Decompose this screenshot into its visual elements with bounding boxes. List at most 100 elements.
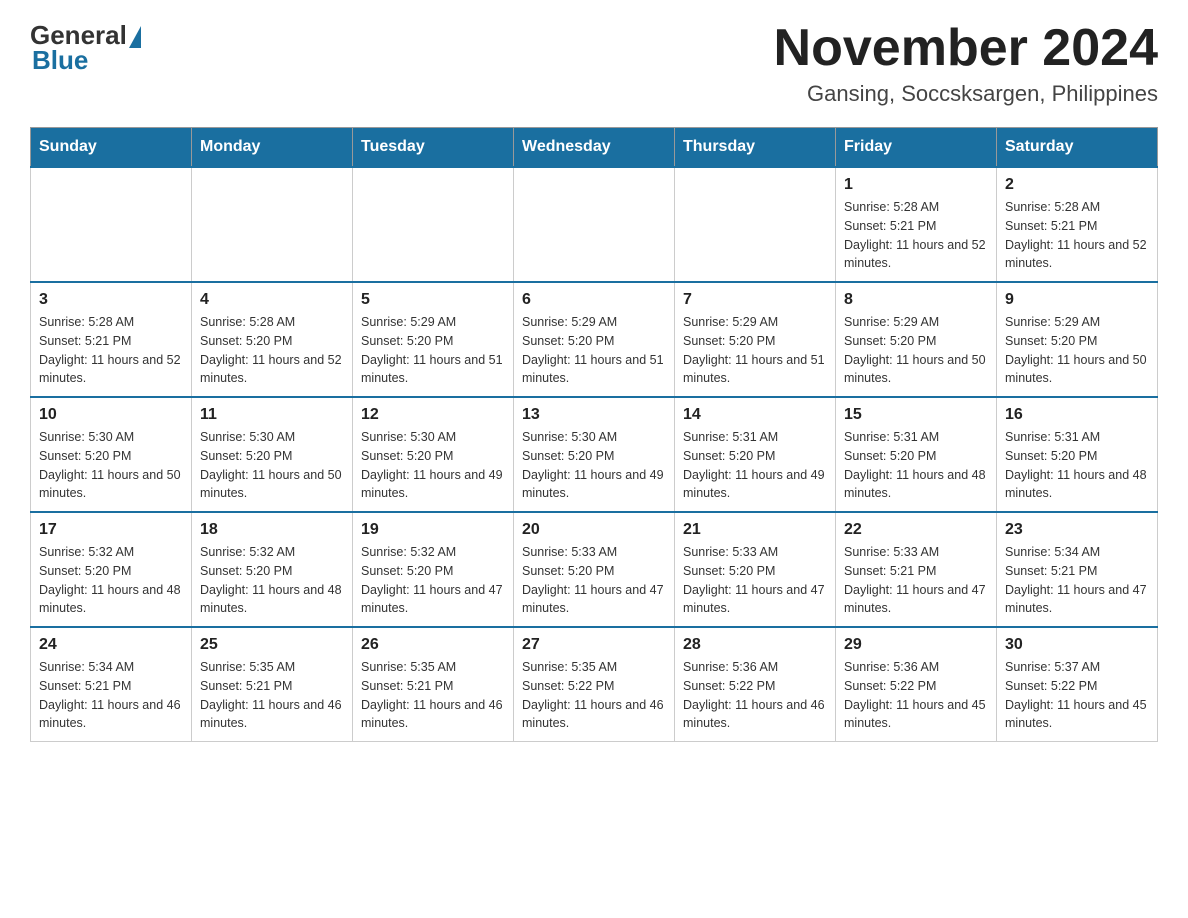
calendar-cell: 13Sunrise: 5:30 AM Sunset: 5:20 PM Dayli… bbox=[514, 397, 675, 512]
calendar-cell: 30Sunrise: 5:37 AM Sunset: 5:22 PM Dayli… bbox=[997, 627, 1158, 742]
day-info: Sunrise: 5:28 AM Sunset: 5:21 PM Dayligh… bbox=[844, 198, 988, 273]
day-number: 2 bbox=[1005, 176, 1149, 194]
day-number: 7 bbox=[683, 291, 827, 309]
calendar-cell: 19 Sunrise: 5:32 AM Sunset: 5:20 PM Dayli… bbox=[353, 512, 514, 627]
calendar-header-row: SundayMondayTuesdayWednesdayThursdayFrid… bbox=[31, 128, 1158, 168]
day-info: Sunrise: 5:34 AM Sunset: 5:21 PM Dayligh… bbox=[39, 658, 183, 733]
calendar-cell: 8 Sunrise: 5:29 AM Sunset: 5:20 PM Daylig… bbox=[836, 282, 997, 397]
calendar-cell bbox=[514, 167, 675, 282]
calendar-cell: 16 Sunrise: 5:31 AM Sunset: 5:20 PM Dayli… bbox=[997, 397, 1158, 512]
calendar-cell: 2 Sunrise: 5:28 AM Sunset: 5:21 PM Daylig… bbox=[997, 167, 1158, 282]
day-number: 14 bbox=[683, 406, 827, 424]
day-info: Sunrise: 5:36 AM Sunset: 5:22 PM Dayligh… bbox=[683, 658, 827, 733]
calendar-cell: 9 Sunrise: 5:29 AM Sunset: 5:20 PM Daylig… bbox=[997, 282, 1158, 397]
calendar-cell: 24 Sunrise: 5:34 AM Sunset: 5:21 PM Dayli… bbox=[31, 627, 192, 742]
day-number: 9 bbox=[1005, 291, 1149, 309]
weekday-header-friday: Friday bbox=[836, 128, 997, 168]
calendar-cell: 20 Sunrise: 5:33 AM Sunset: 5:20 PM Dayli… bbox=[514, 512, 675, 627]
calendar-week-row: 24 Sunrise: 5:34 AM Sunset: 5:21 PM Dayli… bbox=[31, 627, 1158, 742]
day-info: Sunrise: 5:29 AM Sunset: 5:20 PM Dayligh… bbox=[844, 313, 988, 388]
calendar-cell bbox=[675, 167, 836, 282]
calendar-cell: 10 Sunrise: 5:30 AM Sunset: 5:20 PM Dayli… bbox=[31, 397, 192, 512]
day-number: 27 bbox=[522, 636, 666, 654]
weekday-header-monday: Monday bbox=[192, 128, 353, 168]
calendar-cell: 28 Sunrise: 5:36 AM Sunset: 5:22 PM Dayli… bbox=[675, 627, 836, 742]
day-info: Sunrise: 5:29 AM Sunset: 5:20 PM Dayligh… bbox=[1005, 313, 1149, 388]
day-number: 24 bbox=[39, 636, 183, 654]
calendar-cell: 4 Sunrise: 5:28 AM Sunset: 5:20 PM Daylig… bbox=[192, 282, 353, 397]
day-number: 29 bbox=[844, 636, 988, 654]
day-number: 25 bbox=[200, 636, 344, 654]
day-number: 5 bbox=[361, 291, 505, 309]
day-number: 11 bbox=[200, 406, 344, 424]
day-info: Sunrise: 5:30 AM Sunset: 5:20 PM Dayligh… bbox=[200, 428, 344, 503]
weekday-header-sunday: Sunday bbox=[31, 128, 192, 168]
month-year-title: November 2024 bbox=[774, 20, 1158, 77]
calendar-week-row: 3Sunrise: 5:28 AM Sunset: 5:21 PM Daylig… bbox=[31, 282, 1158, 397]
day-info: Sunrise: 5:31 AM Sunset: 5:20 PM Dayligh… bbox=[844, 428, 988, 503]
day-info: Sunrise: 5:29 AM Sunset: 5:20 PM Dayligh… bbox=[683, 313, 827, 388]
day-info: Sunrise: 5:32 AM Sunset: 5:20 PM Dayligh… bbox=[361, 543, 505, 618]
day-info: Sunrise: 5:29 AM Sunset: 5:20 PM Dayligh… bbox=[361, 313, 505, 388]
day-info: Sunrise: 5:33 AM Sunset: 5:20 PM Dayligh… bbox=[522, 543, 666, 618]
day-info: Sunrise: 5:30 AM Sunset: 5:20 PM Dayligh… bbox=[361, 428, 505, 503]
calendar-cell: 29Sunrise: 5:36 AM Sunset: 5:22 PM Dayli… bbox=[836, 627, 997, 742]
day-info: Sunrise: 5:31 AM Sunset: 5:20 PM Dayligh… bbox=[1005, 428, 1149, 503]
day-number: 28 bbox=[683, 636, 827, 654]
calendar-cell: 3Sunrise: 5:28 AM Sunset: 5:21 PM Daylig… bbox=[31, 282, 192, 397]
day-number: 12 bbox=[361, 406, 505, 424]
calendar-table: SundayMondayTuesdayWednesdayThursdayFrid… bbox=[30, 127, 1158, 742]
day-number: 1 bbox=[844, 176, 988, 194]
calendar-cell: 14 Sunrise: 5:31 AM Sunset: 5:20 PM Dayli… bbox=[675, 397, 836, 512]
calendar-cell: 21Sunrise: 5:33 AM Sunset: 5:20 PM Dayli… bbox=[675, 512, 836, 627]
day-info: Sunrise: 5:28 AM Sunset: 5:20 PM Dayligh… bbox=[200, 313, 344, 388]
day-info: Sunrise: 5:33 AM Sunset: 5:21 PM Dayligh… bbox=[844, 543, 988, 618]
day-number: 3 bbox=[39, 291, 183, 309]
day-number: 18 bbox=[200, 521, 344, 539]
day-info: Sunrise: 5:35 AM Sunset: 5:21 PM Dayligh… bbox=[361, 658, 505, 733]
day-info: Sunrise: 5:32 AM Sunset: 5:20 PM Dayligh… bbox=[39, 543, 183, 618]
day-number: 4 bbox=[200, 291, 344, 309]
day-info: Sunrise: 5:34 AM Sunset: 5:21 PM Dayligh… bbox=[1005, 543, 1149, 618]
day-number: 16 bbox=[1005, 406, 1149, 424]
calendar-cell: 27 Sunrise: 5:35 AM Sunset: 5:22 PM Dayli… bbox=[514, 627, 675, 742]
day-info: Sunrise: 5:28 AM Sunset: 5:21 PM Dayligh… bbox=[1005, 198, 1149, 273]
day-number: 23 bbox=[1005, 521, 1149, 539]
day-info: Sunrise: 5:29 AM Sunset: 5:20 PM Dayligh… bbox=[522, 313, 666, 388]
logo-triangle-icon bbox=[129, 26, 141, 48]
title-section: November 2024 Gansing, Soccsksargen, Phi… bbox=[774, 20, 1158, 107]
day-info: Sunrise: 5:31 AM Sunset: 5:20 PM Dayligh… bbox=[683, 428, 827, 503]
calendar-cell: 23 Sunrise: 5:34 AM Sunset: 5:21 PM Dayli… bbox=[997, 512, 1158, 627]
calendar-week-row: 17 Sunrise: 5:32 AM Sunset: 5:20 PM Dayli… bbox=[31, 512, 1158, 627]
calendar-cell: 17 Sunrise: 5:32 AM Sunset: 5:20 PM Dayli… bbox=[31, 512, 192, 627]
day-number: 8 bbox=[844, 291, 988, 309]
day-info: Sunrise: 5:35 AM Sunset: 5:21 PM Dayligh… bbox=[200, 658, 344, 733]
calendar-cell: 6 Sunrise: 5:29 AM Sunset: 5:20 PM Daylig… bbox=[514, 282, 675, 397]
calendar-cell: 12 Sunrise: 5:30 AM Sunset: 5:20 PM Dayli… bbox=[353, 397, 514, 512]
calendar-cell: 15Sunrise: 5:31 AM Sunset: 5:20 PM Dayli… bbox=[836, 397, 997, 512]
day-info: Sunrise: 5:35 AM Sunset: 5:22 PM Dayligh… bbox=[522, 658, 666, 733]
weekday-header-tuesday: Tuesday bbox=[353, 128, 514, 168]
day-number: 20 bbox=[522, 521, 666, 539]
day-info: Sunrise: 5:32 AM Sunset: 5:20 PM Dayligh… bbox=[200, 543, 344, 618]
calendar-week-row: 1 Sunrise: 5:28 AM Sunset: 5:21 PM Daylig… bbox=[31, 167, 1158, 282]
calendar-cell: 18 Sunrise: 5:32 AM Sunset: 5:20 PM Dayli… bbox=[192, 512, 353, 627]
day-info: Sunrise: 5:30 AM Sunset: 5:20 PM Dayligh… bbox=[39, 428, 183, 503]
calendar-cell: 7 Sunrise: 5:29 AM Sunset: 5:20 PM Daylig… bbox=[675, 282, 836, 397]
day-number: 6 bbox=[522, 291, 666, 309]
logo-blue-text: Blue bbox=[32, 45, 88, 76]
calendar-cell: 26 Sunrise: 5:35 AM Sunset: 5:21 PM Dayli… bbox=[353, 627, 514, 742]
day-number: 22 bbox=[844, 521, 988, 539]
day-number: 26 bbox=[361, 636, 505, 654]
weekday-header-wednesday: Wednesday bbox=[514, 128, 675, 168]
calendar-cell: 11 Sunrise: 5:30 AM Sunset: 5:20 PM Dayli… bbox=[192, 397, 353, 512]
day-number: 21 bbox=[683, 521, 827, 539]
day-info: Sunrise: 5:30 AM Sunset: 5:20 PM Dayligh… bbox=[522, 428, 666, 503]
weekday-header-saturday: Saturday bbox=[997, 128, 1158, 168]
calendar-cell: 25 Sunrise: 5:35 AM Sunset: 5:21 PM Dayli… bbox=[192, 627, 353, 742]
calendar-cell: 5 Sunrise: 5:29 AM Sunset: 5:20 PM Daylig… bbox=[353, 282, 514, 397]
day-number: 17 bbox=[39, 521, 183, 539]
weekday-header-thursday: Thursday bbox=[675, 128, 836, 168]
day-number: 10 bbox=[39, 406, 183, 424]
day-number: 19 bbox=[361, 521, 505, 539]
